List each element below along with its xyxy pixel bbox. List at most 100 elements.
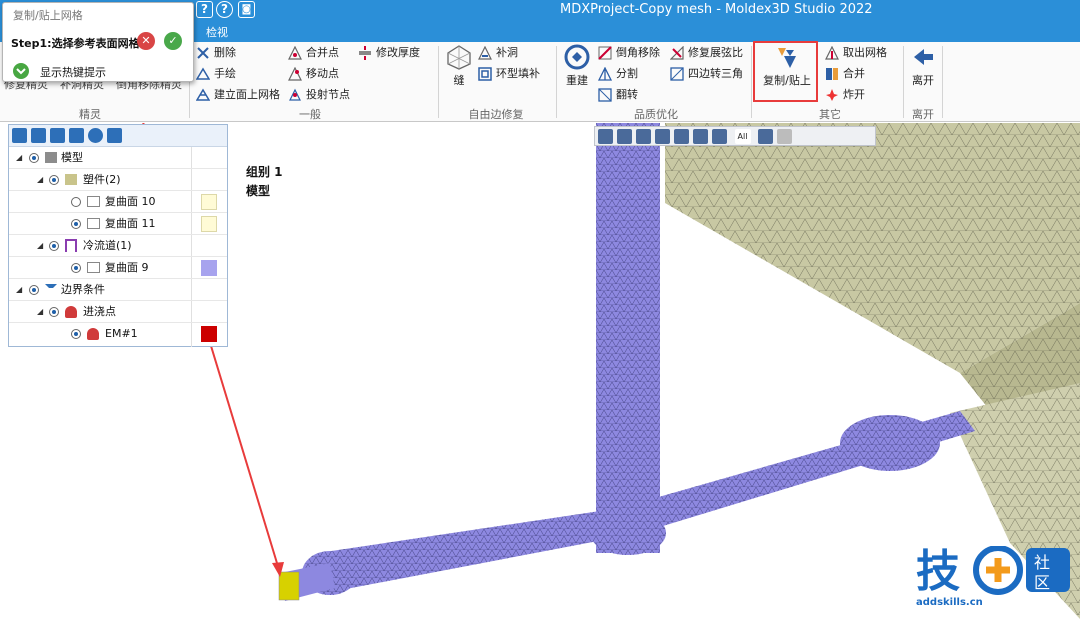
delete-icon [196,46,210,60]
viewport-toolbar: All [594,126,876,146]
expand-icon[interactable]: ◢ [37,169,43,191]
confirm-button[interactable]: ✓ [164,32,182,50]
tree-row-cold-runner[interactable]: ◢ 冷流道(1) [9,235,227,257]
part-icon [65,174,77,185]
collapse-icon[interactable] [107,128,122,143]
extract-mesh-icon [825,45,839,60]
tree-row-em1[interactable]: EM#1 [9,323,227,345]
color-swatch[interactable] [201,194,217,210]
tree-toolbar [9,125,227,147]
view-plane-icon[interactable] [712,129,727,144]
freehand-icon [195,67,211,81]
tree-row-part[interactable]: ◢ 塑件(2) [9,169,227,191]
eye-icon[interactable] [758,129,773,144]
merge-nodes-button[interactable]: 合并点 [288,44,339,62]
create-mesh-on-surface-button[interactable]: 建立面上网格 [195,86,280,104]
explode-icon [825,88,839,102]
fill-hole-button[interactable]: 补洞 [478,44,518,62]
color-swatch[interactable] [201,216,217,232]
camera-icon[interactable]: ◙ [238,1,255,18]
fix-aspect-ratio-button[interactable]: 修复展弦比 [669,44,743,62]
freehand-button[interactable]: 手绘 [195,65,236,83]
tree-label: 复曲面 11 [105,217,156,230]
filter-icon[interactable] [69,128,84,143]
logo-graphic: 技 社 区 [916,545,1070,597]
project-nodes-button[interactable]: 投射节点 [288,86,350,104]
fill-hole-label: 补洞 [496,46,518,59]
quad-to-tri-button[interactable]: 四边转三角 [670,65,743,83]
chevron-down-icon[interactable] [13,63,29,79]
gate-icon [87,328,99,340]
tree-row-gate[interactable]: ◢ 进浇点 [9,301,227,323]
flip-button[interactable]: 翻转 [598,86,638,104]
window-icon[interactable]: ? [196,1,213,18]
display-icon[interactable] [777,129,792,144]
visibility-toggle[interactable] [49,307,59,317]
split-button[interactable]: 分割 [597,65,638,83]
visibility-toggle[interactable] [71,263,81,273]
tree-row-surface-10[interactable]: 复曲面 10 [9,191,227,213]
hierarchy-icon[interactable] [31,128,46,143]
runner-icon [65,239,77,252]
group-divider [556,46,557,118]
stitch-icon [446,44,472,70]
color-swatch[interactable] [201,260,217,276]
tree-label: 进浇点 [83,305,116,318]
gate-marker [278,571,300,601]
info-icon[interactable] [88,128,103,143]
merge-icon [825,67,839,81]
fillet-remove-button[interactable]: 倒角移除 [598,44,660,62]
modify-thickness-button[interactable]: 修改厚度 [358,44,420,62]
help-icon[interactable]: ? [216,1,233,18]
tree-row-model[interactable]: ◢ 模型 [9,147,227,169]
rebuild-button[interactable]: 重建 [562,44,592,88]
expand-icon[interactable]: ◢ [16,279,22,301]
ring-fill-button[interactable]: 环型填补 [478,65,540,83]
leave-label: 离开 [912,74,934,87]
quad-to-tri-icon [670,67,684,81]
cancel-button[interactable]: ✕ [137,32,155,50]
tree-row-boundary-conditions[interactable]: ◢ 边界条件 [9,279,227,301]
popup-title: 复制/贴上网格 [13,9,83,22]
visibility-toggle[interactable] [49,241,59,251]
tab-view[interactable]: 检视 [194,24,240,42]
view-front-icon[interactable] [655,129,670,144]
fit-view-icon[interactable] [598,129,613,144]
modify-thickness-label: 修改厚度 [376,46,420,59]
rotate-icon[interactable] [617,129,632,144]
show-hotkey-hint-toggle[interactable]: 显示热键提示 [40,64,106,80]
visibility-toggle[interactable] [71,197,81,207]
copy-paste-mesh-popup: 复制/贴上网格 Step1:选择参考表面网格 ✕ ✓ 显示热键提示 [2,2,194,82]
visibility-toggle[interactable] [29,285,39,295]
move-node-button[interactable]: 移动点 [288,65,339,83]
model-tree-panel: ◢ 模型 ◢ 塑件(2) 复曲面 10 复曲面 11 ◢ 冷流道(1) 复曲面 … [8,124,228,347]
surface-icon [87,218,100,229]
explode-button[interactable]: 炸开 [825,86,865,104]
zoom-icon[interactable] [636,129,651,144]
tree-view-icon[interactable] [12,128,27,143]
merge-button[interactable]: 合并 [825,65,865,83]
visibility-toggle[interactable] [49,175,59,185]
all-filter[interactable]: All [734,129,751,144]
cube-icon[interactable] [693,129,708,144]
tree-row-surface-9[interactable]: 复曲面 9 [9,257,227,279]
popup-step-text: Step1:选择参考表面网格 [11,37,140,50]
delete-button[interactable]: 删除 [196,44,236,62]
tree-row-surface-11[interactable]: 复曲面 11 [9,213,227,235]
expand-icon[interactable]: ◢ [37,235,43,257]
leave-button[interactable]: 离开 [908,44,938,88]
expand-icon[interactable]: ◢ [16,147,22,169]
extract-mesh-button[interactable]: 取出网格 [825,44,887,62]
freehand-label: 手绘 [214,67,236,80]
expand-icon[interactable]: ◢ [37,301,43,323]
visibility-toggle[interactable] [71,329,81,339]
visibility-toggle[interactable] [71,219,81,229]
rebuild-icon [564,44,590,70]
visibility-toggle[interactable] [29,153,39,163]
view-side-icon[interactable] [674,129,689,144]
project-nodes-icon [288,88,302,102]
color-swatch[interactable] [201,326,217,342]
stitch-button[interactable]: 缝 [445,44,473,88]
group-divider [751,46,752,118]
layer-icon[interactable] [50,128,65,143]
